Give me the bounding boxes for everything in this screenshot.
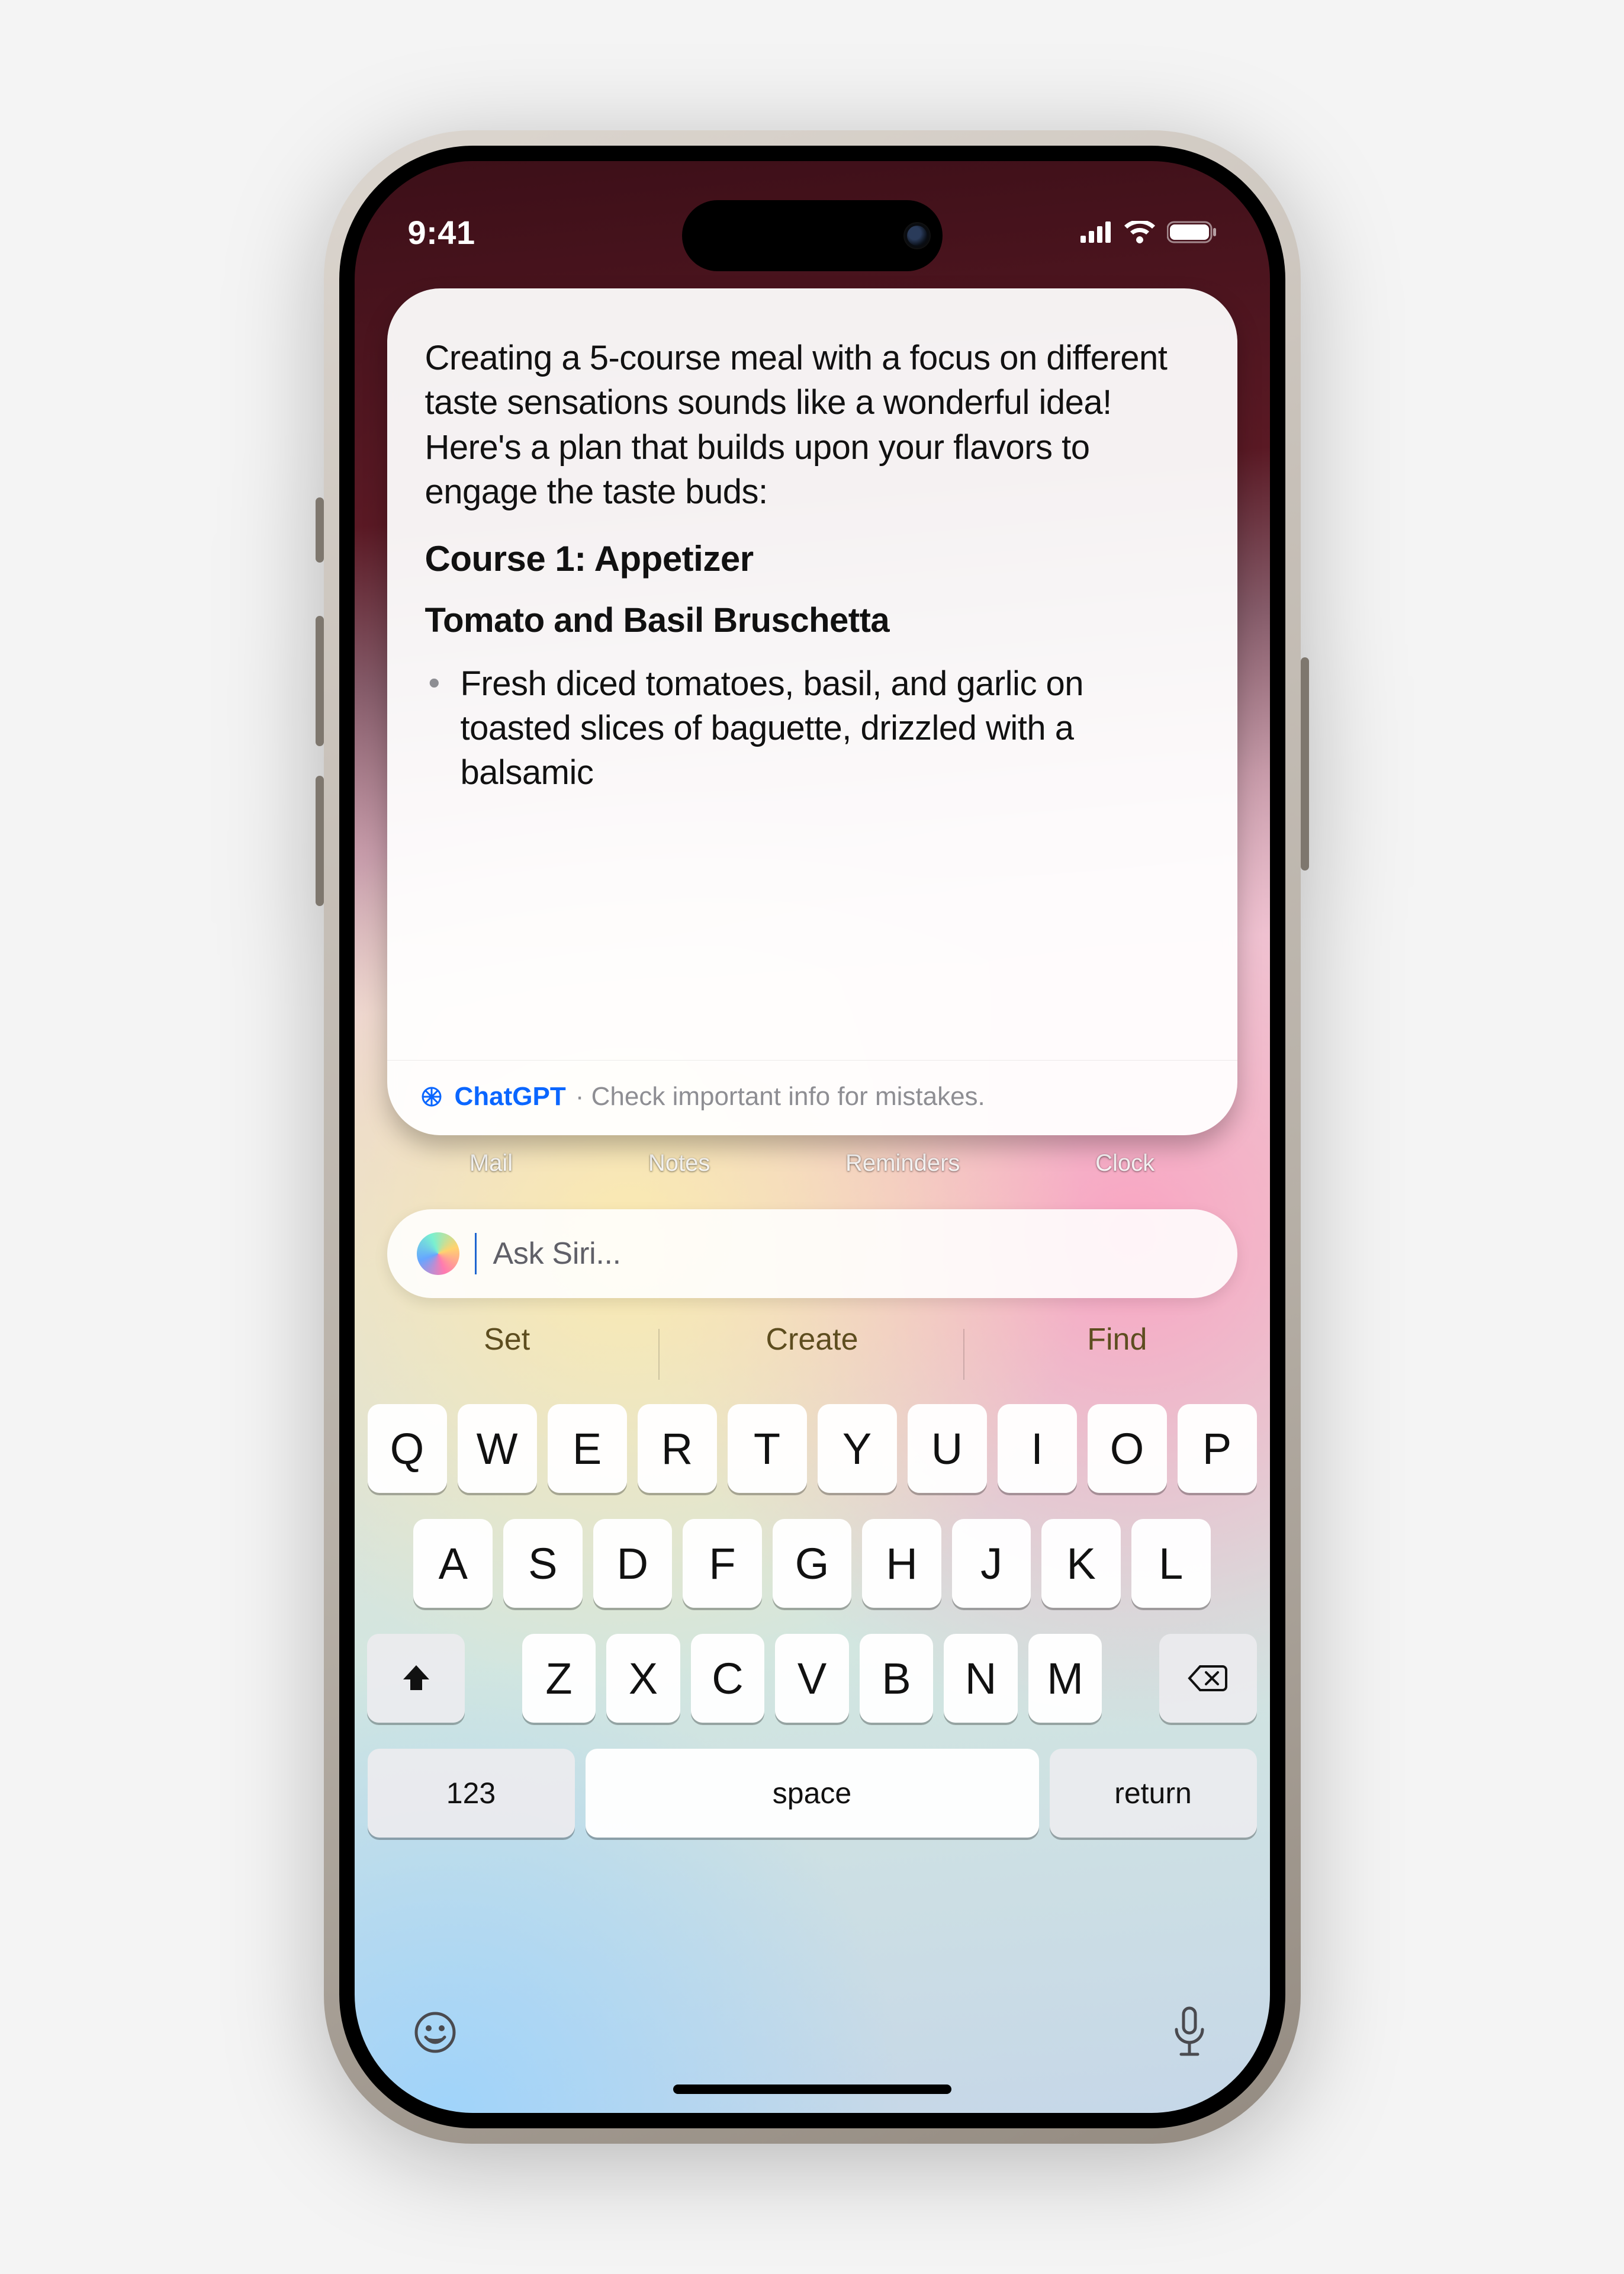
disclaimer-text: · Check important info for mistakes.	[575, 1082, 985, 1112]
key-p[interactable]: P	[1178, 1404, 1257, 1493]
keyboard-row-2: A S D F G H J K L	[368, 1519, 1257, 1608]
key-y[interactable]: Y	[818, 1404, 897, 1493]
status-time: 9:41	[408, 213, 475, 252]
ask-siri-input[interactable]: Ask Siri...	[493, 1236, 621, 1271]
key-return[interactable]: return	[1050, 1749, 1257, 1838]
key-o[interactable]: O	[1088, 1404, 1167, 1493]
keyboard-row-3: Z X C V B N M	[368, 1634, 1257, 1723]
front-camera	[905, 223, 930, 248]
chatgpt-label[interactable]: ChatGPT	[455, 1082, 566, 1112]
key-g[interactable]: G	[773, 1519, 852, 1608]
shift-icon	[400, 1662, 433, 1695]
response-footer: ChatGPT · Check important info for mista…	[387, 1060, 1237, 1135]
dock-label-row: Mail Notes Reminders Clock	[355, 1150, 1270, 1177]
suggestion-find[interactable]: Find	[964, 1322, 1269, 1387]
key-numbers[interactable]: 123	[368, 1749, 575, 1838]
chatgpt-icon	[418, 1083, 445, 1110]
key-shift[interactable]	[367, 1634, 465, 1723]
dock-label-mail: Mail	[469, 1150, 513, 1177]
dock-label-notes: Notes	[648, 1150, 710, 1177]
keyboard-row-4: 123 space return	[368, 1749, 1257, 1838]
key-l[interactable]: L	[1131, 1519, 1211, 1608]
dock-label-reminders: Reminders	[845, 1150, 960, 1177]
screen: 9:41	[355, 161, 1270, 2113]
backspace-icon	[1187, 1664, 1229, 1692]
key-u[interactable]: U	[908, 1404, 987, 1493]
power-button[interactable]	[1301, 657, 1309, 871]
key-r[interactable]: R	[638, 1404, 717, 1493]
keyboard-row-1: Q W E R T Y U I O P	[368, 1404, 1257, 1493]
volume-down-button[interactable]	[316, 776, 324, 906]
key-f[interactable]: F	[683, 1519, 762, 1608]
key-j[interactable]: J	[952, 1519, 1031, 1608]
keyboard-bottom-row	[355, 2005, 1270, 2060]
key-s[interactable]: S	[503, 1519, 583, 1608]
dictation-button[interactable]	[1162, 2005, 1217, 2060]
key-i[interactable]: I	[998, 1404, 1077, 1493]
ask-siri-bar[interactable]: Ask Siri...	[387, 1209, 1237, 1298]
cellular-icon	[1080, 221, 1112, 243]
microphone-icon	[1170, 2006, 1208, 2059]
response-intro: Creating a 5-course meal with a focus on…	[425, 336, 1202, 515]
key-h[interactable]: H	[862, 1519, 941, 1608]
key-v[interactable]: V	[775, 1634, 849, 1723]
emoji-icon	[413, 2010, 458, 2055]
siri-orb-icon	[417, 1232, 459, 1275]
key-backspace[interactable]	[1159, 1634, 1257, 1723]
battery-icon	[1167, 220, 1217, 244]
key-k[interactable]: K	[1041, 1519, 1121, 1608]
suggestion-set[interactable]: Set	[355, 1322, 660, 1387]
siri-response-card[interactable]: Creating a 5-course meal with a focus on…	[387, 288, 1237, 1135]
key-t[interactable]: T	[728, 1404, 807, 1493]
text-caret	[475, 1233, 477, 1274]
suggestion-create[interactable]: Create	[660, 1322, 964, 1387]
key-z[interactable]: Z	[522, 1634, 596, 1723]
key-x[interactable]: X	[606, 1634, 680, 1723]
silence-switch[interactable]	[316, 497, 324, 563]
course-heading: Course 1: Appetizer	[425, 538, 1202, 579]
key-space[interactable]: space	[586, 1749, 1039, 1838]
dynamic-island[interactable]	[682, 200, 943, 271]
key-a[interactable]: A	[413, 1519, 493, 1608]
keyboard-suggestions: Set Create Find	[355, 1322, 1270, 1387]
key-q[interactable]: Q	[368, 1404, 447, 1493]
volume-up-button[interactable]	[316, 616, 324, 746]
home-indicator[interactable]	[673, 2084, 951, 2094]
key-b[interactable]: B	[860, 1634, 934, 1723]
wifi-icon	[1124, 221, 1155, 243]
dock-label-clock: Clock	[1095, 1150, 1155, 1177]
key-n[interactable]: N	[944, 1634, 1018, 1723]
key-m[interactable]: M	[1028, 1634, 1102, 1723]
dish-heading: Tomato and Basil Bruschetta	[425, 600, 1202, 640]
emoji-button[interactable]	[408, 2005, 462, 2060]
key-d[interactable]: D	[593, 1519, 673, 1608]
ingredient-bullet: Fresh diced tomatoes, basil, and garlic …	[461, 661, 1202, 795]
key-e[interactable]: E	[548, 1404, 627, 1493]
phone-frame: 9:41	[324, 130, 1301, 2144]
key-c[interactable]: C	[691, 1634, 765, 1723]
key-w[interactable]: W	[458, 1404, 537, 1493]
